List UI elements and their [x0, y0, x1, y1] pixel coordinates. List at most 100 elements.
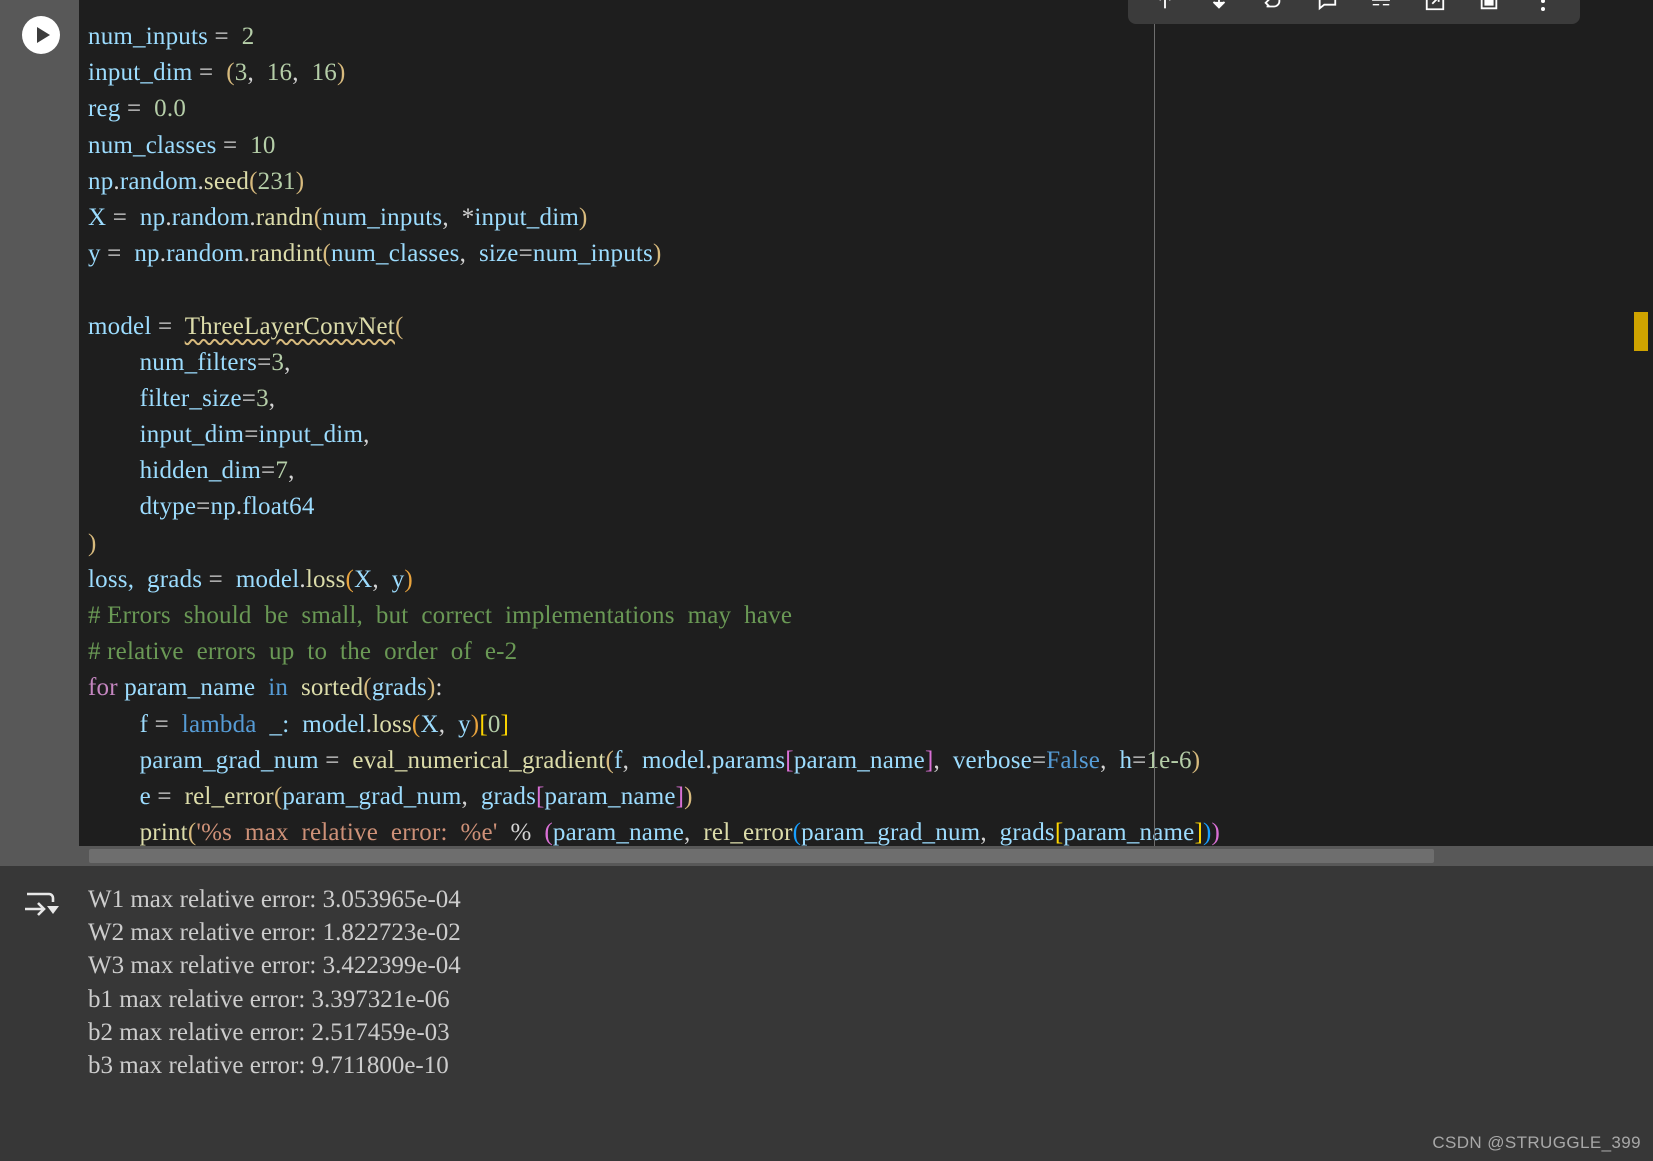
code-token: seed: [203, 167, 250, 195]
code-line: param_grad_num = eval_numerical_gradient…: [88, 743, 1220, 779]
code-token: 2: [235, 23, 255, 50]
code-token: e: [139, 782, 158, 810]
export-icon[interactable]: [1408, 0, 1462, 18]
code-line: hidden_dim=7,: [88, 453, 1220, 489]
code-token: model: [641, 746, 706, 774]
code-token: =: [518, 240, 533, 268]
code-token: # relative errors up to the order of e-2: [88, 638, 518, 666]
code-token: grads: [480, 782, 536, 810]
code-token: loss,: [88, 565, 141, 593]
code-token: loss: [305, 565, 346, 593]
code-token: X: [354, 565, 373, 593]
overview-ruler[interactable]: [1634, 0, 1653, 846]
move-up-icon[interactable]: [1138, 0, 1192, 18]
code-token: param_name: [793, 746, 925, 774]
code-token: 16: [311, 59, 338, 87]
run-above-icon[interactable]: [1246, 0, 1300, 18]
code-token: rel_error: [184, 782, 274, 810]
code-token: ,: [247, 59, 267, 87]
code-editor[interactable]: num_inputs = 2 input_dim = (3, 16, 16) reg…: [79, 0, 1653, 846]
code-token: %: [497, 819, 545, 846]
delete-cell-icon[interactable]: [1462, 0, 1516, 18]
code-token: ,: [284, 348, 291, 376]
code-token: num_classes: [331, 240, 460, 268]
code-token: 3: [271, 348, 285, 376]
code-token: =: [257, 348, 272, 376]
code-token: =: [196, 493, 211, 521]
cell-run-gutter: [0, 0, 79, 866]
code-token: ,: [1100, 746, 1120, 774]
code-token: ,: [372, 565, 392, 593]
code-token: print: [139, 819, 188, 846]
code-token: lambda: [181, 710, 257, 738]
output-gutter: [0, 866, 79, 1161]
code-token: ,: [292, 59, 312, 87]
output-arrow-icon[interactable]: [19, 882, 63, 922]
code-token: input_dim: [139, 421, 245, 449]
scrollbar-thumb[interactable]: [89, 849, 1434, 863]
code-token: loss: [372, 710, 412, 738]
code-token: param_grad_num: [801, 819, 981, 846]
code-token: np: [127, 240, 160, 268]
code-line: input_dim = (3, 16, 16): [88, 55, 1220, 91]
code-line: num_classes = 10: [88, 128, 1220, 164]
code-token: ): [1211, 819, 1221, 846]
code-token: random: [171, 203, 250, 231]
code-token: (: [394, 312, 404, 340]
code-token: ,: [363, 421, 370, 449]
code-line: ): [88, 526, 1220, 562]
code-line: f = lambda _: model.loss(X, y)[0]: [88, 707, 1220, 743]
code-token: random: [119, 167, 198, 195]
move-down-icon[interactable]: [1192, 0, 1246, 18]
code-line: y = np.random.randint(num_classes, size=…: [88, 236, 1220, 272]
run-cell-button[interactable]: [22, 16, 60, 54]
split-cell-icon[interactable]: [1354, 0, 1408, 18]
code-token: X: [420, 710, 439, 738]
code-token: float64: [242, 493, 315, 521]
code-token: ): [653, 240, 662, 268]
code-token: h: [1119, 746, 1133, 774]
code-token: :: [435, 674, 443, 702]
code-line: num_filters=3,: [88, 345, 1220, 381]
editor-horizontal-scrollbar[interactable]: [79, 846, 1653, 866]
code-token: =: [223, 131, 244, 159]
code-token: '%s max relative error: %e': [196, 819, 498, 846]
code-token: (: [544, 819, 553, 846]
warning-marker[interactable]: [1634, 312, 1648, 351]
code-line: e = rel_error(param_grad_num, grads[para…: [88, 779, 1220, 815]
output-line: b3 max relative error: 9.711800e-10: [88, 1052, 449, 1080]
code-token: =: [1132, 746, 1147, 774]
code-token: =: [157, 782, 179, 810]
code-line: reg = 0.0: [88, 91, 1220, 127]
code-token: =: [208, 565, 230, 593]
code-token: num_inputs: [322, 203, 443, 231]
comment-icon[interactable]: [1300, 0, 1354, 18]
code-token: =: [214, 23, 236, 50]
code-token: param_name: [1063, 819, 1195, 846]
code-token: 3: [256, 384, 269, 412]
code-token: (: [313, 203, 323, 231]
more-actions-icon[interactable]: [1516, 0, 1570, 18]
code-token: model: [302, 710, 366, 738]
code-token: reg: [88, 95, 127, 123]
code-token: ): [1203, 819, 1212, 846]
code-line: print('%s max relative error: %e' % (par…: [88, 815, 1220, 846]
code-line: num_inputs = 2: [88, 19, 1220, 55]
code-token: input_dim: [88, 59, 200, 87]
code-token: np: [133, 203, 166, 231]
code-content[interactable]: num_inputs = 2 input_dim = (3, 16, 16) reg…: [88, 19, 1220, 846]
code-token: (: [363, 674, 372, 702]
cell-toolbar[interactable]: [1128, 0, 1580, 24]
code-token: 231: [257, 167, 296, 195]
code-line: filter_size=3,: [88, 381, 1220, 417]
code-token: dtype: [139, 493, 197, 521]
code-token: # Errors should be small, but correct im…: [88, 602, 793, 629]
code-token: param_grad_num: [139, 746, 326, 774]
code-token: ): [88, 529, 97, 557]
code-token: verbose: [952, 746, 1032, 774]
